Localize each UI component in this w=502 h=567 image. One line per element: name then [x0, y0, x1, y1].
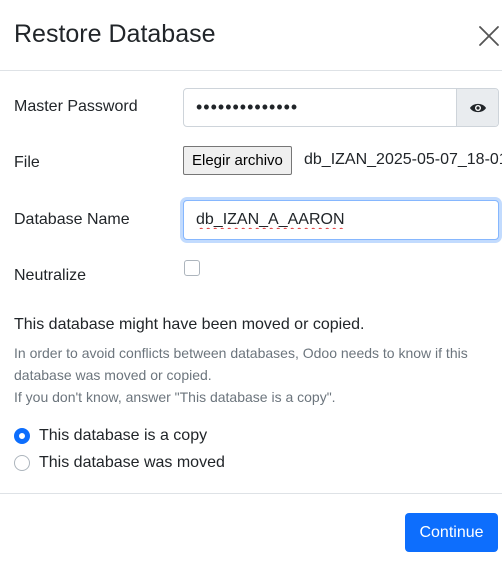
dialog-footer: Continue: [0, 493, 502, 567]
moved-radio[interactable]: [14, 455, 30, 471]
restore-database-dialog: Restore Database Master Password File El…: [0, 0, 502, 567]
eye-icon: [469, 103, 486, 112]
continue-button[interactable]: Continue: [405, 513, 498, 552]
choose-file-button[interactable]: Elegir archivo: [183, 146, 292, 175]
copy-radio-label: This database is a copy: [39, 427, 208, 444]
option-copy[interactable]: This database is a copy: [14, 426, 207, 446]
dialog-header: Restore Database: [0, 0, 502, 71]
close-icon: [479, 26, 499, 46]
moved-radio-label: This database was moved: [39, 454, 225, 471]
notice-text-line-2: database was moved or copied.: [14, 367, 212, 383]
database-name-label: Database Name: [14, 211, 130, 228]
selected-file-name: db_IZAN_2025-05-07_18-01: [304, 151, 502, 168]
copy-radio[interactable]: [14, 428, 30, 444]
dialog-title: Restore Database: [14, 20, 216, 48]
neutralize-checkbox[interactable]: [184, 260, 200, 276]
close-button[interactable]: [478, 25, 500, 47]
option-moved[interactable]: This database was moved: [14, 453, 225, 473]
master-password-group: [183, 88, 499, 127]
master-password-label: Master Password: [14, 98, 138, 115]
database-name-input[interactable]: [183, 200, 499, 240]
notice-text-line-1: In order to avoid conflicts between data…: [14, 345, 468, 361]
master-password-input[interactable]: [184, 89, 456, 126]
notice-title: This database might have been moved or c…: [14, 316, 365, 333]
file-label: File: [14, 154, 40, 171]
show-password-button[interactable]: [456, 89, 498, 126]
neutralize-label: Neutralize: [14, 267, 87, 284]
notice-text-line-3: If you don't know, answer "This database…: [14, 389, 336, 405]
